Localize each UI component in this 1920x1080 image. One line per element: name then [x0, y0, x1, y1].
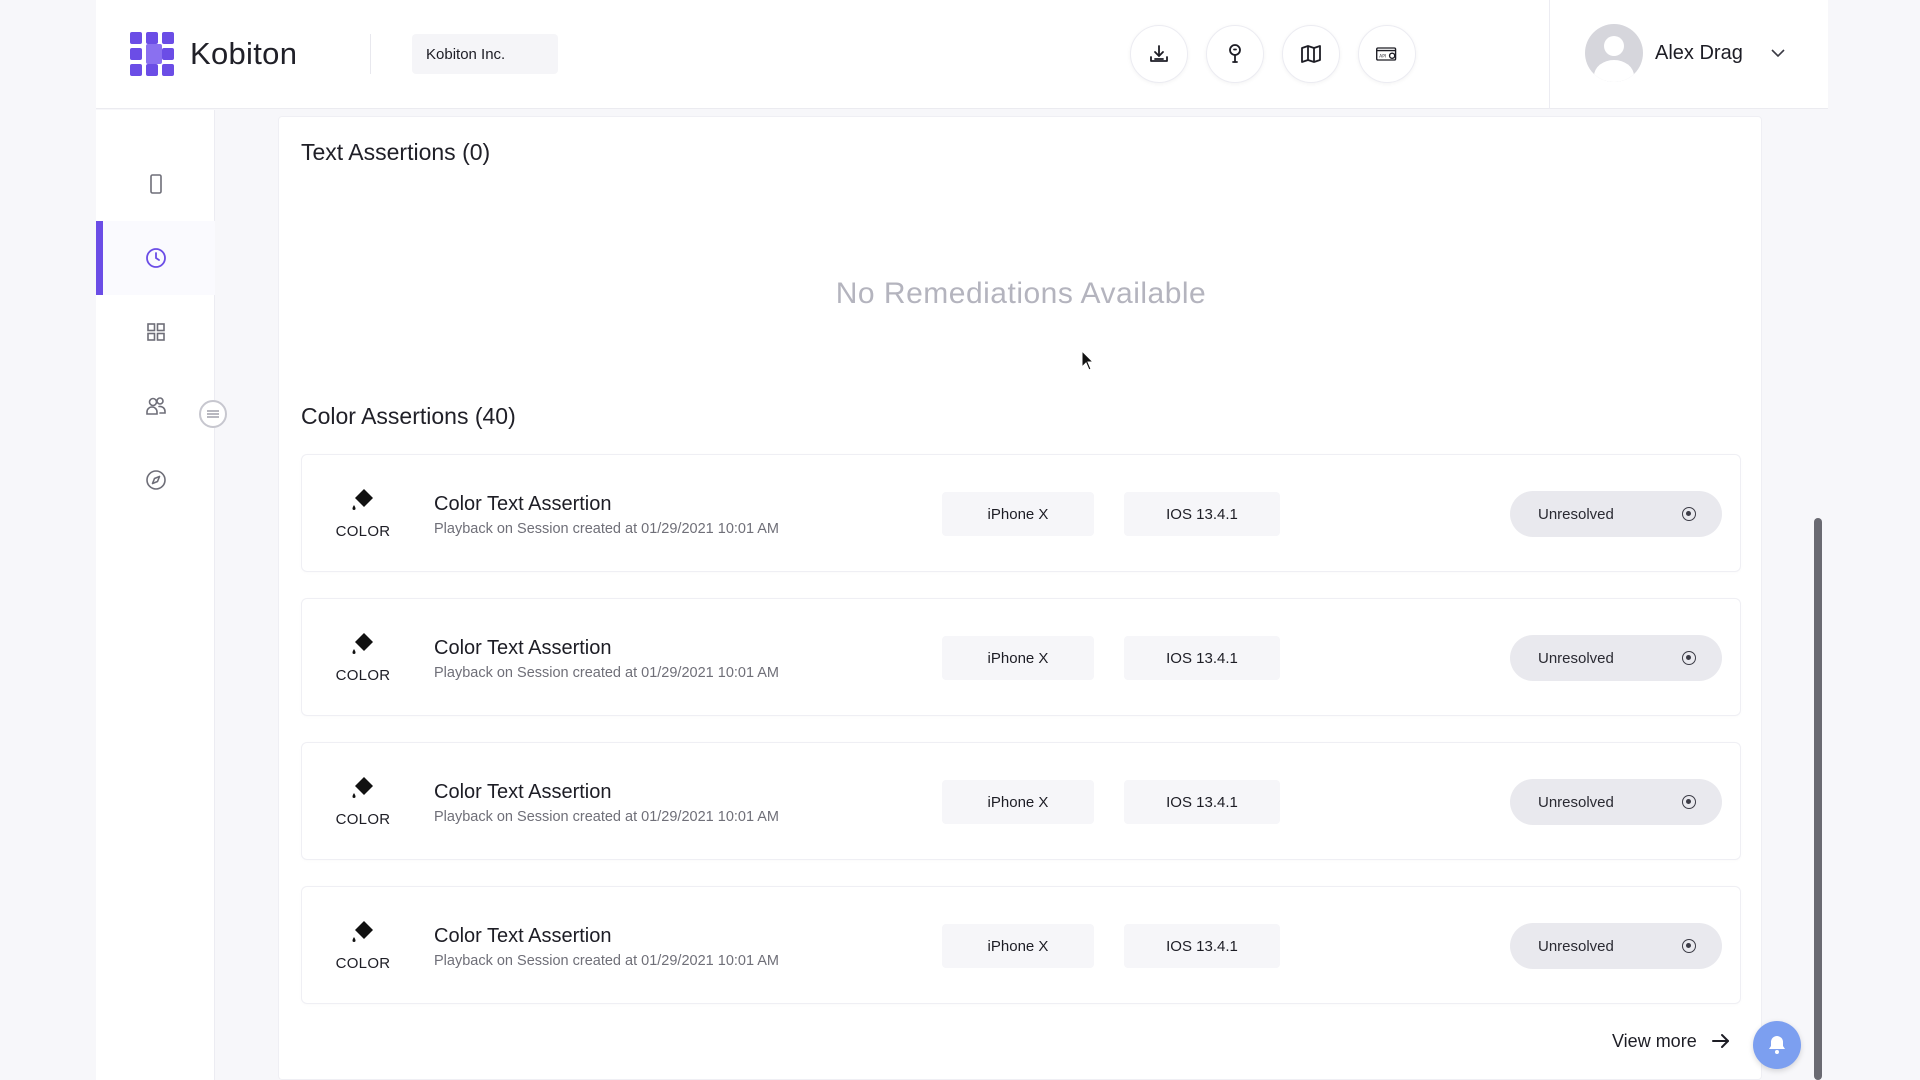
assertion-title: Color Text Assertion — [434, 925, 612, 947]
device-chip: iPhone X — [942, 636, 1094, 680]
assertion-subtitle: Playback on Session created at 01/29/202… — [434, 665, 780, 681]
device-chip: iPhone X — [942, 924, 1094, 968]
paint-bucket-icon — [352, 489, 373, 510]
sidebar-toggle-button[interactable] — [199, 400, 227, 428]
assertion-title: Color Text Assertion — [434, 781, 612, 803]
sidebar-item-explore[interactable] — [96, 443, 215, 517]
assertion-row[interactable]: COLOR Color Text Assertion Playback on S… — [301, 598, 1741, 716]
status-label: Unresolved — [1538, 793, 1614, 811]
top-header: Kobiton Kobiton Inc. API Alex Drag — [96, 0, 1828, 109]
text-assertions-title: Text Assertions (0) — [301, 139, 491, 165]
user-name: Alex Drag — [1655, 41, 1743, 64]
api-settings-icon: API — [1376, 47, 1397, 61]
status-button[interactable]: Unresolved — [1510, 923, 1722, 969]
mouse-cursor-icon — [1081, 350, 1095, 371]
os-chip: IOS 13.4.1 — [1124, 636, 1280, 680]
target-icon — [1682, 939, 1696, 953]
status-button[interactable]: Unresolved — [1510, 491, 1722, 537]
status-label: Unresolved — [1538, 937, 1614, 955]
sidebar-item-apps[interactable] — [96, 295, 215, 369]
sidebar — [96, 110, 215, 1080]
org-selector[interactable]: Kobiton Inc. — [412, 34, 558, 74]
paint-bucket-icon — [352, 921, 373, 942]
assertion-row[interactable]: COLOR Color Text Assertion Playback on S… — [301, 886, 1741, 1004]
assertion-subtitle: Playback on Session created at 01/29/202… — [434, 809, 780, 825]
paint-bucket-icon — [352, 633, 373, 654]
assertion-type: COLOR — [330, 917, 396, 972]
assertion-type: COLOR — [330, 485, 396, 540]
assertion-type: COLOR — [330, 773, 396, 828]
os-chip: IOS 13.4.1 — [1124, 924, 1280, 968]
brand-name: Kobiton — [190, 36, 298, 71]
assertions-panel: Text Assertions (0) No Remediations Avai… — [278, 116, 1762, 1080]
type-label: COLOR — [335, 955, 391, 972]
view-more-label: View more — [1612, 1030, 1697, 1051]
grid-icon — [146, 323, 165, 341]
map-icon — [1301, 45, 1321, 63]
kobiton-logo-icon — [130, 32, 174, 76]
notifications-button[interactable] — [1753, 1021, 1801, 1069]
status-button[interactable]: Unresolved — [1510, 635, 1722, 681]
status-label: Unresolved — [1538, 649, 1614, 667]
compass-icon — [145, 470, 166, 490]
color-assertions-title: Color Assertions (40) — [301, 403, 516, 429]
assertion-subtitle: Playback on Session created at 01/29/202… — [434, 953, 780, 969]
vertical-scrollbar[interactable] — [1814, 518, 1822, 1080]
header-divider — [370, 34, 371, 74]
status-button[interactable]: Unresolved — [1510, 779, 1722, 825]
user-menu[interactable]: Alex Drag — [1585, 24, 1787, 82]
sidebar-item-sessions[interactable] — [96, 221, 215, 295]
svg-text:API: API — [1379, 53, 1386, 59]
sidebar-item-devices[interactable] — [96, 147, 215, 221]
map-button[interactable] — [1282, 25, 1340, 83]
assertion-row[interactable]: COLOR Color Text Assertion Playback on S… — [301, 742, 1741, 860]
type-label: COLOR — [335, 811, 391, 828]
clock-icon — [145, 248, 166, 268]
assertion-row[interactable]: COLOR Color Text Assertion Playback on S… — [301, 454, 1741, 572]
status-label: Unresolved — [1538, 505, 1614, 523]
type-label: COLOR — [335, 667, 391, 684]
target-icon — [1682, 651, 1696, 665]
target-icon — [1682, 795, 1696, 809]
target-icon — [1682, 507, 1696, 521]
sidebar-item-team[interactable] — [96, 369, 215, 443]
device-icon — [149, 174, 162, 194]
help-bulb-icon — [1229, 44, 1241, 63]
arrow-right-icon — [1711, 1034, 1729, 1048]
paint-bucket-icon — [352, 777, 373, 798]
device-chip: iPhone X — [942, 492, 1094, 536]
os-chip: IOS 13.4.1 — [1124, 780, 1280, 824]
api-settings-button[interactable]: API — [1358, 25, 1416, 83]
avatar — [1585, 24, 1643, 82]
os-chip: IOS 13.4.1 — [1124, 492, 1280, 536]
assertion-title: Color Text Assertion — [434, 637, 612, 659]
users-icon — [145, 397, 166, 415]
view-more-link[interactable]: View more — [1612, 1029, 1733, 1053]
profile-divider — [1549, 0, 1550, 109]
type-label: COLOR — [335, 523, 391, 540]
assertion-type: COLOR — [330, 629, 396, 684]
empty-state-message: No Remediations Available — [835, 277, 1207, 310]
download-icon — [1150, 45, 1168, 62]
device-chip: iPhone X — [942, 780, 1094, 824]
chevron-down-icon — [1771, 49, 1785, 58]
help-button[interactable] — [1206, 25, 1264, 83]
bell-icon — [1769, 1036, 1785, 1054]
download-button[interactable] — [1130, 25, 1188, 83]
assertion-title: Color Text Assertion — [434, 493, 612, 515]
brand-logo[interactable]: Kobiton — [130, 32, 297, 76]
assertion-subtitle: Playback on Session created at 01/29/202… — [434, 521, 780, 537]
